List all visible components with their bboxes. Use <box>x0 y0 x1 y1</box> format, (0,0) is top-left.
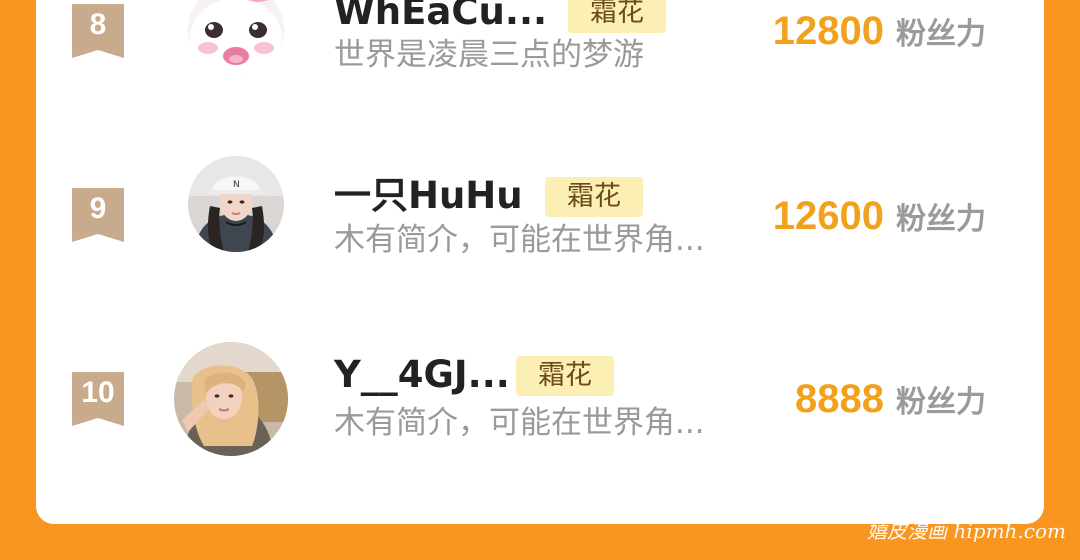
username[interactable]: 一只HuHu <box>334 174 523 218</box>
svg-text:N: N <box>233 180 240 190</box>
level-tag: 霜花 <box>568 0 666 33</box>
username[interactable]: Y__4GJ... <box>334 353 510 397</box>
fan-score: 12800 粉丝力 <box>773 8 986 63</box>
ranking-card: 8 WhEaCu... 霜花 世界是凌晨三点的梦游 12800 粉丝力 9 N … <box>36 0 1044 524</box>
rank-badge: 8 <box>72 4 124 58</box>
hello-kitty-avatar-icon[interactable] <box>188 0 284 78</box>
user-bio: 木有简介，可能在世界角... <box>334 222 705 258</box>
rank-number: 9 <box>89 192 107 225</box>
fan-score-value: 12600 <box>772 194 884 238</box>
level-tag: 霜花 <box>545 177 643 217</box>
user-bio: 世界是凌晨三点的梦游 <box>334 37 644 73</box>
ranking-row-8[interactable]: 8 WhEaCu... 霜花 世界是凌晨三点的梦游 12800 粉丝力 <box>36 0 1044 130</box>
rank-number: 8 <box>89 8 107 41</box>
girl-in-white-cap-avatar-icon[interactable]: N <box>188 156 284 252</box>
user-bio: 木有简介，可能在世界角... <box>334 405 705 441</box>
fan-score: 8888 粉丝力 <box>795 376 986 431</box>
fan-score-unit: 粉丝力 <box>896 17 986 52</box>
rank-badge: 10 <box>72 372 124 426</box>
fan-score-value: 12800 <box>772 9 884 53</box>
fan-score: 12600 粉丝力 <box>773 193 986 248</box>
rank-number: 10 <box>81 376 115 409</box>
fan-score-unit: 粉丝力 <box>896 385 986 420</box>
username[interactable]: WhEaCu... <box>334 0 547 34</box>
ranking-row-9[interactable]: 9 N 一只HuHu 霜花 木有简介，可能在世界角... 12600 粉丝力 <box>36 156 1044 306</box>
level-tag: 霜花 <box>516 356 614 396</box>
rank-badge: 9 <box>72 188 124 242</box>
site-watermark: 嬉皮漫画 hipmh.com <box>867 519 1066 543</box>
fan-score-value: 8888 <box>795 377 884 421</box>
blonde-girl-avatar-icon[interactable] <box>174 342 288 456</box>
ranking-row-10[interactable]: 10 Y__4GJ... 霜花 木有简介，可能在世界角... 8888 粉丝力 <box>36 342 1044 492</box>
fan-score-unit: 粉丝力 <box>896 202 986 237</box>
